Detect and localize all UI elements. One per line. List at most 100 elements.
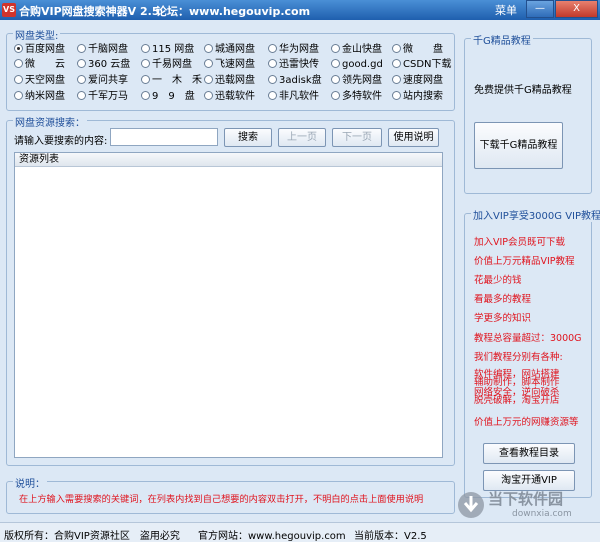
disk-option-label: 飞速网盘: [215, 59, 255, 70]
disk-option-radio[interactable]: 爱问共享: [77, 74, 128, 88]
disk-option-radio[interactable]: 千军万马: [77, 90, 128, 104]
official-site-text: 官方网站：www.hegouvip.com: [198, 531, 346, 542]
radio-dot-icon[interactable]: [268, 75, 277, 84]
radio-dot-icon[interactable]: [392, 59, 401, 68]
radio-dot-icon[interactable]: [204, 44, 213, 53]
radio-dot-icon[interactable]: [141, 75, 150, 84]
vip-line: 学更多的知识: [474, 313, 532, 324]
close-icon[interactable]: X: [555, 0, 598, 18]
radio-dot-icon[interactable]: [204, 59, 213, 68]
prev-page-button[interactable]: 上一页: [278, 128, 326, 147]
disk-option-radio[interactable]: 领先网盘: [331, 74, 382, 88]
disk-option-label: 金山快盘: [342, 44, 382, 55]
vip-line: 教程总容量超过：3000G: [474, 333, 582, 344]
disk-type-legend: 网盘类型:: [13, 27, 61, 42]
disk-option-radio[interactable]: 华为网盘: [268, 43, 319, 57]
disk-option-radio[interactable]: 天空网盘: [14, 74, 65, 88]
vip-line: 花最少的钱: [474, 275, 522, 286]
disk-option-radio[interactable]: 速度网盘: [392, 74, 443, 88]
app-logo-icon: VS: [2, 3, 16, 17]
note-text: 在上方输入需要搜索的关键词，在列表内找到自己想要的内容双击打开，不明白的点击上面…: [19, 494, 424, 505]
disk-option-label: 360 云盘: [88, 59, 131, 70]
radio-dot-icon[interactable]: [331, 91, 340, 100]
next-page-button[interactable]: 下一页: [332, 128, 382, 147]
disk-option-radio[interactable]: 一 木 禾: [141, 74, 202, 88]
disk-option-radio[interactable]: 3adisk盘: [268, 74, 322, 88]
radio-dot-icon[interactable]: [14, 75, 23, 84]
minimize-icon[interactable]: —: [526, 0, 554, 18]
disk-option-label: 千脑网盘: [88, 44, 128, 55]
disk-option-label: 领先网盘: [342, 75, 382, 86]
help-button[interactable]: 使用说明: [388, 128, 439, 147]
search-button[interactable]: 搜索: [224, 128, 272, 147]
watermark-arrow-icon: [458, 492, 484, 518]
radio-dot-icon[interactable]: [268, 44, 277, 53]
resource-list-header[interactable]: 资源列表: [15, 153, 442, 167]
forum-link[interactable]: 论坛：www.hegouvip.com: [156, 3, 310, 19]
disk-option-label: 115 网盘: [152, 44, 195, 55]
watermark: 当下软件园 downxia.com: [452, 488, 600, 522]
disk-option-radio[interactable]: 迅雷快传: [268, 58, 319, 72]
radio-dot-icon[interactable]: [141, 91, 150, 100]
disk-option-radio[interactable]: 多特软件: [331, 90, 382, 104]
disk-option-radio[interactable]: 百度网盘: [14, 43, 65, 57]
download-tutorial-button[interactable]: 下载千G精品教程: [474, 122, 563, 169]
radio-dot-icon[interactable]: [77, 44, 86, 53]
disk-option-radio[interactable]: 城通网盘: [204, 43, 255, 57]
disk-option-radio[interactable]: 金山快盘: [331, 43, 382, 57]
view-catalog-button[interactable]: 查看教程目录: [483, 443, 575, 464]
disk-option-label: 迅雷快传: [279, 59, 319, 70]
radio-dot-icon[interactable]: [204, 91, 213, 100]
resource-list[interactable]: 资源列表: [14, 152, 443, 458]
disk-option-label: 千易网盘: [152, 59, 192, 70]
radio-dot-icon[interactable]: [14, 59, 23, 68]
radio-dot-icon[interactable]: [331, 44, 340, 53]
disk-option-label: 千军万马: [88, 91, 128, 102]
disk-option-label: 迅载软件: [215, 91, 255, 102]
radio-dot-icon[interactable]: [204, 75, 213, 84]
radio-dot-icon[interactable]: [77, 91, 86, 100]
disk-option-radio[interactable]: 微 盘: [392, 43, 443, 57]
search-input[interactable]: [110, 128, 218, 146]
disk-option-radio[interactable]: CSDN下载: [392, 58, 452, 72]
disk-option-radio[interactable]: 飞速网盘: [204, 58, 255, 72]
disk-option-radio[interactable]: 迅载网盘: [204, 74, 255, 88]
radio-dot-icon[interactable]: [331, 59, 340, 68]
disk-option-label: 城通网盘: [215, 44, 255, 55]
radio-dot-icon[interactable]: [392, 44, 401, 53]
disk-option-radio[interactable]: good.gd: [331, 58, 383, 72]
disk-option-radio[interactable]: 9 9 盘: [141, 90, 195, 104]
vip-overlap-d: 脱壳破解，淘宝开店: [474, 395, 560, 406]
version-text: 当前版本：V2.5: [354, 531, 427, 542]
disk-option-label: 速度网盘: [403, 75, 443, 86]
radio-dot-icon[interactable]: [392, 91, 401, 100]
watermark-name: 当下软件园: [488, 490, 564, 508]
disk-option-radio[interactable]: 360 云盘: [77, 58, 130, 72]
radio-dot-icon[interactable]: [14, 91, 23, 100]
radio-dot-icon[interactable]: [268, 91, 277, 100]
menu-button[interactable]: 菜单: [495, 2, 517, 18]
disk-option-label: 3adisk盘: [279, 75, 322, 86]
radio-dot-icon[interactable]: [77, 59, 86, 68]
vip-line: 价值上万元精品VIP教程: [474, 256, 575, 267]
disk-option-radio[interactable]: 微 云: [14, 58, 65, 72]
radio-dot-icon[interactable]: [392, 75, 401, 84]
disk-option-radio[interactable]: 迅载软件: [204, 90, 255, 104]
disk-option-radio[interactable]: 千易网盘: [141, 58, 192, 72]
vip-line: 我们教程分别有各种:: [474, 352, 563, 363]
radio-dot-icon[interactable]: [77, 75, 86, 84]
disk-option-label: 微 云: [25, 59, 65, 70]
disk-option-radio[interactable]: 115 网盘: [141, 43, 194, 57]
radio-dot-icon[interactable]: [141, 59, 150, 68]
disk-option-radio[interactable]: 非凡软件: [268, 90, 319, 104]
disk-option-label: 9 9 盘: [152, 91, 195, 102]
radio-dot-icon[interactable]: [268, 59, 277, 68]
search-legend: 网盘资源搜索：: [13, 114, 87, 129]
radio-dot-icon[interactable]: [141, 44, 150, 53]
disk-option-radio[interactable]: 站内搜索: [392, 90, 443, 104]
disk-option-radio[interactable]: 千脑网盘: [77, 43, 128, 57]
disk-option-radio[interactable]: 纳米网盘: [14, 90, 65, 104]
title-bar[interactable]: VS 合购VIP网盘搜索神器V 2.5 论坛：www.hegouvip.com …: [0, 0, 600, 20]
radio-dot-icon[interactable]: [331, 75, 340, 84]
radio-dot-icon[interactable]: [14, 44, 23, 53]
